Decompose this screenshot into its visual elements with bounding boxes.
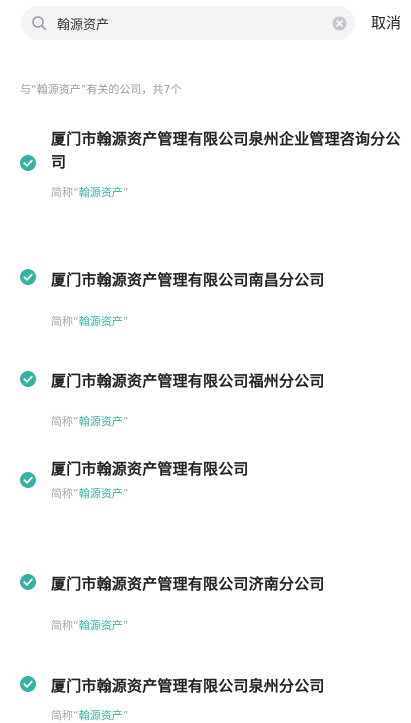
alias-prefix: 简称“ (51, 186, 79, 199)
company-name[interactable]: 厦门市翰源资产管理有限公司南昌分公司 (51, 269, 401, 292)
check-circle-icon (20, 155, 36, 171)
alias-keyword: 翰源资产 (78, 186, 123, 199)
company-name[interactable]: 厦门市翰源资产管理有限公司 (51, 458, 401, 481)
alias-prefix: 简称“ (51, 487, 79, 500)
company-alias: 简称“翰源资产” (51, 413, 128, 429)
alias-suffix: ” (122, 186, 129, 199)
alias-keyword: 翰源资产 (78, 709, 123, 722)
alias-keyword: 翰源资产 (78, 415, 123, 428)
company-alias: 简称“翰源资产” (51, 313, 128, 329)
alias-prefix: 简称“ (51, 619, 79, 632)
company-alias: 简称“翰源资产” (51, 184, 128, 200)
check-circle-icon (20, 676, 36, 692)
company-name[interactable]: 厦门市翰源资产管理有限公司福州分公司 (51, 370, 401, 393)
company-name[interactable]: 厦门市翰源资产管理有限公司泉州分公司 (51, 675, 401, 698)
alias-suffix: ” (122, 619, 129, 632)
alias-prefix: 简称“ (51, 709, 79, 722)
company-alias: 简称“翰源资产” (51, 617, 128, 633)
alias-suffix: ” (122, 487, 129, 500)
alias-keyword: 翰源资产 (78, 619, 123, 632)
alias-suffix: ” (122, 415, 129, 428)
alias-suffix: ” (122, 315, 129, 328)
alias-prefix: 简称“ (51, 315, 79, 328)
result-list: 厦门市翰源资产管理有限公司泉州企业管理咨询分公司 简称“翰源资产” 厦门市翰源资… (0, 0, 411, 723)
check-circle-icon (20, 472, 36, 488)
company-name[interactable]: 厦门市翰源资产管理有限公司济南分公司 (51, 573, 401, 596)
alias-keyword: 翰源资产 (78, 487, 123, 500)
check-circle-icon (20, 371, 36, 387)
check-circle-icon (20, 269, 36, 285)
alias-keyword: 翰源资产 (78, 315, 123, 328)
check-circle-icon (20, 574, 36, 590)
alias-prefix: 简称“ (51, 415, 79, 428)
company-name[interactable]: 厦门市翰源资产管理有限公司泉州企业管理咨询分公司 (51, 128, 401, 174)
company-alias: 简称“翰源资产” (51, 485, 128, 501)
alias-suffix: ” (122, 709, 129, 722)
company-alias: 简称“翰源资产” (51, 707, 128, 723)
